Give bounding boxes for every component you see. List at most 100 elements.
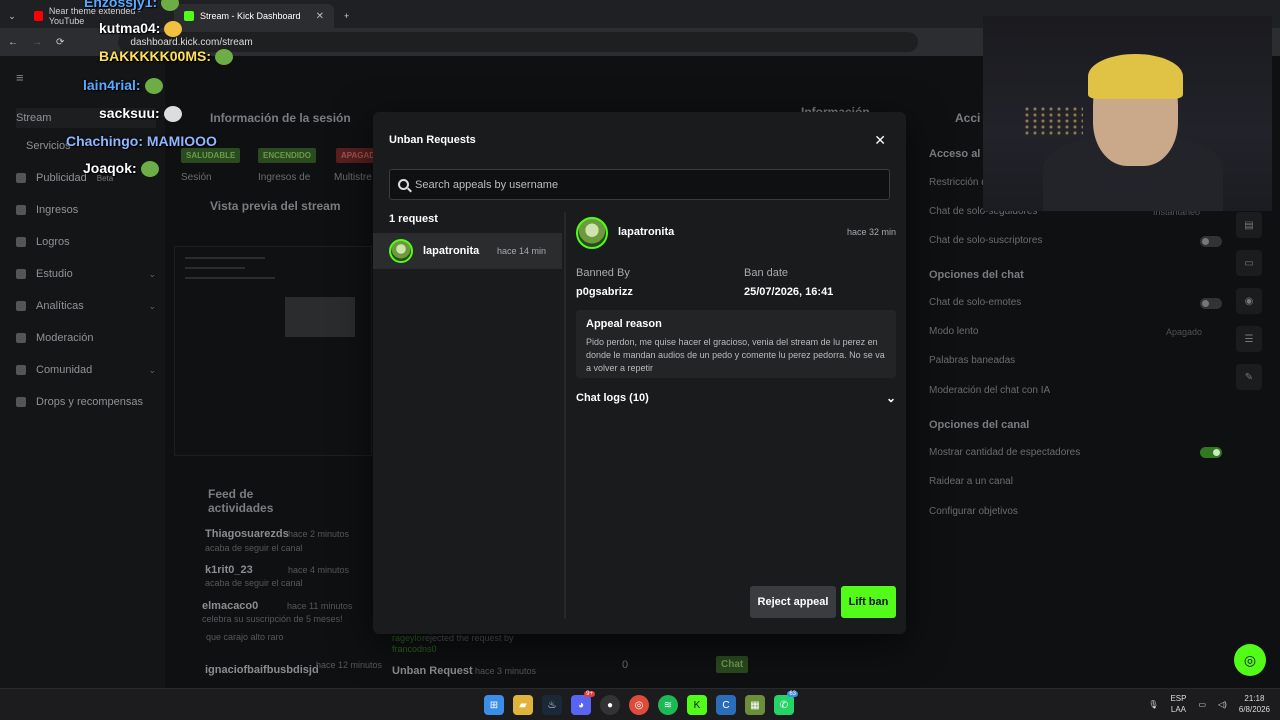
help-headset-icon[interactable]: ◎ — [1234, 644, 1266, 676]
goals-label: Configurar objetivos — [929, 506, 1018, 517]
discord-icon[interactable]: ◕ 9+ — [571, 691, 595, 715]
language-indicator[interactable]: ESP LAA — [1170, 693, 1186, 715]
sidebar-item-moderacion[interactable]: Moderación — [16, 332, 156, 344]
whatsapp-icon[interactable]: ✆ 63 — [774, 691, 798, 715]
overlay-chat-text: BAKKKKK00MS: — [99, 48, 212, 64]
spotify-icon[interactable]: ≋ — [658, 695, 678, 715]
clock-time: 21:18 — [1244, 694, 1265, 703]
request-list-item[interactable]: lapatronita hace 14 min — [373, 233, 562, 269]
chat-logs-toggle[interactable]: Chat logs (10) ⌄ — [576, 391, 896, 405]
session-info-title: Información de la sesión — [210, 111, 351, 125]
menu-icon[interactable]: ≡ — [16, 70, 24, 85]
request-time: hace 14 min — [496, 246, 546, 256]
appeal-reason-box: Appeal reason Pido perdon, me quise hace… — [576, 310, 896, 378]
folder-icon[interactable]: ▰ — [513, 695, 533, 715]
community-icon — [16, 365, 26, 375]
list-divider — [564, 212, 566, 619]
windows-start-icon[interactable]: ⊞ — [484, 695, 504, 715]
chrome-icon[interactable]: ◎ — [629, 695, 649, 715]
chat-options-section: Opciones del chat — [929, 269, 1024, 281]
preview-block — [285, 297, 355, 337]
reload-icon[interactable]: ⟳ — [56, 37, 64, 48]
stream-label: Stream — [16, 112, 52, 124]
search-input[interactable] — [415, 178, 875, 191]
close-icon[interactable]: ✕ — [874, 132, 886, 149]
show-viewers-toggle[interactable] — [1200, 447, 1222, 458]
sidebar-item-label: Drops y recompensas — [36, 396, 143, 408]
ai-mod-label: Moderación del chat con IA — [929, 385, 1051, 396]
sidebar-item-label: Analíticas — [36, 300, 84, 312]
show-viewers-label: Mostrar cantidad de espectadores — [929, 447, 1081, 458]
chat-icon[interactable]: ▭ — [1236, 250, 1262, 276]
appeal-reason-title: Appeal reason — [586, 318, 662, 330]
tab-kick-dashboard[interactable]: Stream - Kick Dashboard ✕ — [174, 4, 334, 28]
pepe-emote-icon — [161, 0, 180, 12]
request-count: 1 request — [389, 213, 438, 225]
preview-title: Vista previa del stream — [210, 199, 341, 213]
sidebar-item-estudio[interactable]: Estudio ⌄ — [16, 268, 156, 280]
wrench-icon[interactable]: ✎ — [1236, 364, 1262, 390]
feed-footer-title: Unban Request — [392, 665, 473, 677]
reject-appeal-button[interactable]: Reject appeal — [750, 586, 836, 618]
sidebar-item-drops[interactable]: Drops y recompensas — [16, 396, 156, 408]
chat-button[interactable]: Chat — [716, 656, 749, 673]
search-appeals[interactable] — [389, 169, 890, 200]
back-icon[interactable]: ← — [8, 37, 18, 48]
channel-options-section: Opciones del canal — [929, 419, 1030, 431]
system-tray: 🎙 ESP LAA ▭ ◁) 21:18 6/8/2026 — [1148, 693, 1270, 715]
ban-date-label: Ban date — [744, 267, 789, 279]
list-icon[interactable]: ☰ — [1236, 326, 1262, 352]
sidebar-item-label: Estudio — [36, 268, 73, 280]
chevron-down-icon[interactable]: ⌄ — [886, 391, 896, 405]
access-section: Acceso al c — [929, 148, 990, 160]
sidebar-item-label: Publicidad — [36, 172, 87, 184]
overlay-chat-text: lain4rial: — [83, 77, 141, 93]
chevron-down-icon: ⌄ — [148, 300, 156, 311]
sub-label: Ingresos de — [258, 172, 311, 183]
overlay-chat-line: BAKKKKK00MS: — [99, 48, 234, 66]
sidebar-item-comunidad[interactable]: Comunidad ⌄ — [16, 364, 156, 376]
overlay-chat-line: lain4rial: — [83, 77, 163, 95]
youtube-icon — [34, 11, 43, 21]
sidebar-item-logros[interactable]: Logros — [16, 236, 156, 248]
feed-user: elmacaco0 — [202, 600, 259, 612]
kick-app-icon[interactable]: K — [687, 695, 707, 715]
slow-mode-value: Apagado — [1166, 327, 1203, 337]
clipboard-icon[interactable]: ▤ — [1236, 212, 1262, 238]
network-icon[interactable]: ▭ — [1198, 700, 1206, 709]
url-field[interactable]: dashboard.kick.com/stream — [118, 32, 919, 52]
emotes-only-toggle[interactable] — [1200, 298, 1222, 309]
minecraft-icon[interactable]: ▦ — [745, 695, 765, 715]
overlay-chat-text: sacksuu: — [99, 105, 160, 121]
stream-preview[interactable] — [174, 246, 372, 456]
subs-only-toggle[interactable] — [1200, 236, 1222, 247]
sidebar: ≡ Stream Servicios Publicidad Beta Ingre… — [0, 56, 165, 688]
ban-date-value: 25/07/2026, 16:41 — [744, 286, 834, 298]
feed-time: hace 11 minutos — [287, 601, 353, 611]
clock[interactable]: 21:18 6/8/2026 — [1239, 693, 1270, 715]
chevron-down-icon: ⌄ — [148, 268, 156, 279]
new-tab-button[interactable]: + — [334, 4, 359, 28]
lift-ban-button[interactable]: Lift ban — [841, 586, 896, 618]
steam-icon[interactable]: ♨ — [542, 695, 562, 715]
close-tab-icon[interactable]: ✕ — [316, 11, 324, 22]
sidebar-item-ingresos[interactable]: Ingresos — [16, 204, 156, 216]
sidebar-item-analiticas[interactable]: Analíticas ⌄ — [16, 300, 156, 312]
feed-message: que carajo alto raro — [206, 632, 284, 642]
forward-icon[interactable]: → — [32, 37, 42, 48]
analytics-icon — [16, 301, 26, 311]
overlay-chat-line: Enzossjy1: — [84, 0, 180, 12]
viewer-count: 0 — [622, 659, 629, 671]
ccleaner-icon[interactable]: C — [716, 695, 736, 715]
tab-kick-label: Stream - Kick Dashboard — [200, 11, 301, 21]
tab-list-button[interactable]: ⌄ — [0, 4, 24, 28]
sidebar-item-label: Moderación — [36, 332, 94, 344]
actions-title: Acci — [955, 111, 981, 125]
volume-icon[interactable]: ◁) — [1218, 700, 1227, 709]
pepe-emote-icon — [140, 161, 159, 178]
microphone-icon[interactable]: 🎙 — [1148, 700, 1158, 709]
obs-icon[interactable]: ● — [600, 695, 620, 715]
broadcast-icon[interactable]: ◉ — [1236, 288, 1262, 314]
feed-action: celebra su suscripción de 5 meses! — [202, 614, 343, 624]
emotes-only-label: Chat de solo-emotes — [929, 297, 1022, 308]
